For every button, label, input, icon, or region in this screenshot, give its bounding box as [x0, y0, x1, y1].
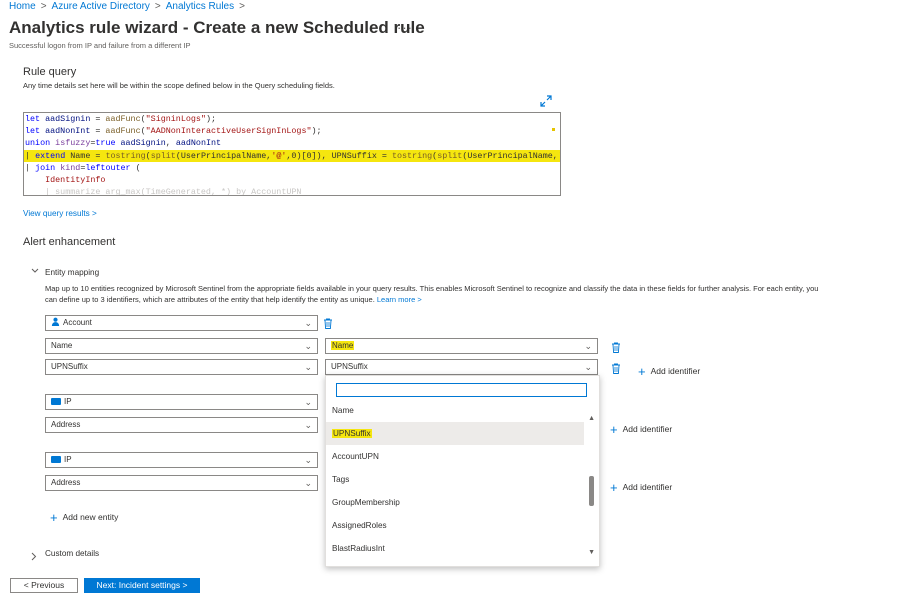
alert-enhancement-heading: Alert enhancement: [23, 236, 116, 248]
identifier-column-value: Name: [331, 341, 355, 350]
custom-details-label[interactable]: Custom details: [45, 549, 99, 558]
entity-mapping-label[interactable]: Entity mapping: [45, 268, 99, 277]
chevron-down-icon[interactable]: [31, 267, 39, 276]
add-identifier-label: Add identifier: [622, 424, 673, 434]
entity-mapping-description: Map up to 10 entities recognized by Micr…: [45, 284, 819, 293]
column-dropdown-panel: Name UPNSuffix AccountUPN Tags GroupMemb…: [325, 375, 600, 567]
more-options-icon[interactable]: ···: [397, 20, 413, 35]
code-line: | join kind=leftouter (: [25, 162, 141, 173]
chevron-down-icon: ⌄: [304, 341, 312, 351]
add-identifier-label: Add identifier: [622, 482, 673, 492]
breadcrumb: Home > Azure Active Directory > Analytics Ru…: [9, 1, 250, 12]
code-line: let aadNonInt = aadFunc("AADNonInteracti…: [25, 126, 322, 137]
dropdown-option-selected[interactable]: UPNSuffix: [326, 422, 584, 445]
add-identifier-button[interactable]: + Add identifier: [610, 480, 672, 495]
identifier-column-select[interactable]: Name ⌄: [325, 338, 598, 354]
code-line: union isfuzzy=true aadSignin, aadNonInt: [25, 138, 222, 149]
dropdown-option[interactable]: Name: [326, 399, 584, 422]
delete-icon[interactable]: [611, 340, 621, 353]
code-line: let aadSignin = aadFunc("SigninLogs");: [25, 114, 217, 124]
entity-mapping-description-text: can define up to 3 identifiers, which ar…: [45, 295, 375, 304]
ip-icon: [51, 398, 61, 405]
identifier-field-select[interactable]: Address ⌄: [45, 475, 318, 491]
dropdown-option[interactable]: BlastRadiusInt: [326, 537, 584, 560]
entity-mapping-description-2: can define up to 3 identifiers, which ar…: [45, 295, 422, 304]
breadcrumb-analytics-rules[interactable]: Analytics Rules: [166, 1, 234, 12]
identifier-field-value: Address: [51, 478, 81, 487]
code-line: | summarize arg_max(TimeGenerated, *) by…: [25, 187, 302, 196]
entity-type-select-ip[interactable]: IP ⌄: [45, 452, 318, 468]
chevron-down-icon: ⌄: [584, 341, 592, 351]
query-editor[interactable]: let aadSignin = aadFunc("SigninLogs"); l…: [23, 112, 561, 196]
identifier-column-value: UPNSuffix: [331, 362, 368, 371]
chevron-down-icon: ⌄: [304, 478, 312, 488]
dropdown-option[interactable]: GroupMembership: [326, 491, 584, 514]
scrollbar-thumb[interactable]: [589, 476, 594, 506]
dropdown-option[interactable]: Tags: [326, 468, 584, 491]
identifier-field-value: UPNSuffix: [51, 362, 88, 371]
entity-type-select-account[interactable]: Account ⌄: [45, 315, 318, 331]
chevron-down-icon: ⌄: [584, 362, 592, 372]
dropdown-option[interactable]: AssignedRoles: [326, 514, 584, 537]
identifier-field-select[interactable]: Name ⌄: [45, 338, 318, 354]
next-incident-settings-button[interactable]: Next: Incident settings >: [84, 578, 200, 593]
add-identifier-button[interactable]: + Add identifier: [638, 364, 700, 379]
breadcrumb-azure-ad[interactable]: Azure Active Directory: [52, 1, 150, 12]
page-subtitle: Successful logon from IP and failure fro…: [9, 41, 191, 50]
delete-icon[interactable]: [323, 316, 333, 329]
code-line: IdentityInfo: [45, 174, 106, 185]
expand-icon[interactable]: [540, 95, 552, 107]
entity-type-value: IP: [64, 455, 72, 464]
chevron-down-icon: ⌄: [304, 318, 312, 328]
rule-query-description: Any time details set here will be within…: [23, 81, 335, 90]
code-line-highlighted: | extend Name = tostring(split(UserPrinc…: [24, 149, 560, 162]
chevron-down-icon: ⌄: [304, 420, 312, 430]
account-icon: [51, 317, 60, 326]
add-new-entity-button[interactable]: + Add new entity: [50, 510, 118, 525]
identifier-column-select[interactable]: UPNSuffix ⌄: [325, 359, 598, 375]
chevron-down-icon: ⌄: [304, 362, 312, 372]
chevron-right-icon: >: [239, 1, 245, 12]
chevron-down-icon: ⌄: [304, 397, 312, 407]
identifier-field-select[interactable]: UPNSuffix ⌄: [45, 359, 318, 375]
breadcrumb-home[interactable]: Home: [9, 1, 36, 12]
ip-icon: [51, 456, 61, 463]
entity-type-value: IP: [64, 397, 72, 406]
entity-type-value: Account: [63, 318, 92, 327]
plus-icon: +: [50, 510, 58, 525]
plus-icon: +: [610, 422, 618, 437]
dropdown-option-label: UPNSuffix: [332, 429, 372, 438]
identifier-field-select[interactable]: Address ⌄: [45, 417, 318, 433]
dropdown-option[interactable]: AccountUPN: [326, 445, 584, 468]
previous-button[interactable]: < Previous: [10, 578, 78, 593]
scroll-up-icon[interactable]: ▲: [588, 415, 595, 422]
chevron-down-icon: ⌄: [304, 455, 312, 465]
learn-more-link[interactable]: Learn more >: [377, 295, 422, 304]
rule-query-heading: Rule query: [23, 66, 77, 78]
plus-icon: +: [638, 364, 646, 379]
view-query-results-link[interactable]: View query results >: [23, 209, 97, 218]
identifier-field-value: Name: [51, 341, 73, 350]
chevron-right-icon: >: [40, 1, 47, 12]
delete-icon[interactable]: [611, 361, 621, 374]
dropdown-search-input[interactable]: [336, 383, 587, 397]
page-title: Analytics rule wizard - Create a new Sch…: [9, 18, 425, 37]
scroll-down-icon[interactable]: ▼: [588, 549, 595, 556]
add-new-entity-label: Add new entity: [62, 512, 119, 522]
scroll-marker: [552, 128, 555, 131]
plus-icon: +: [610, 480, 618, 495]
entity-type-select-ip[interactable]: IP ⌄: [45, 394, 318, 410]
chevron-right-icon: >: [154, 1, 161, 12]
chevron-right-icon[interactable]: [31, 548, 37, 566]
add-identifier-label: Add identifier: [650, 366, 701, 376]
add-identifier-button[interactable]: + Add identifier: [610, 422, 672, 437]
identifier-field-value: Address: [51, 420, 81, 429]
